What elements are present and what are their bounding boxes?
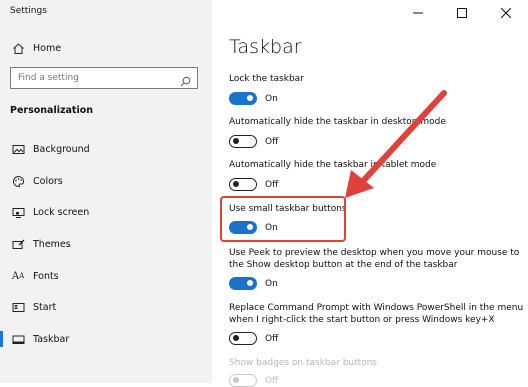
toggle-switch[interactable] [229,135,257,148]
close-icon [500,3,512,22]
sidebar-item-label: Fonts [33,270,59,282]
toggle-powershell[interactable]: Off [229,332,278,345]
toggle-switch[interactable] [229,178,257,191]
toggle-state: Off [265,333,279,344]
toggle-lock-taskbar[interactable]: On [229,92,278,105]
toggle-switch[interactable] [229,332,257,345]
app-title: Settings [10,6,47,16]
sidebar: Settings Home Personalization Background… [0,0,212,383]
toggle-switch[interactable] [229,92,257,105]
maximize-icon [457,3,467,22]
search-input[interactable] [16,72,180,84]
setting-label: Show badges on taskbar buttons [229,358,378,368]
sidebar-item-colors[interactable]: Colors [0,170,212,192]
toggle-state: On [265,93,278,104]
toggle-switch[interactable] [229,277,257,290]
setting-label: Replace Command Prompt with Windows Powe… [229,303,524,325]
home-icon [11,41,25,55]
toggle-state: Off [265,136,279,147]
minimize-icon [413,3,423,22]
sidebar-item-taskbar[interactable]: Taskbar [0,328,212,350]
toggle-state: On [265,278,278,289]
highlight-box [220,196,346,242]
minimize-button[interactable] [396,0,440,24]
sidebar-item-label: Colors [33,175,63,187]
sidebar-item-background[interactable]: Background [0,138,212,160]
section-label: Personalization [10,105,93,116]
setting-label: Automatically hide the taskbar in tablet… [229,160,437,170]
sidebar-item-label: Lock screen [33,206,90,218]
sidebar-item-start[interactable]: Start [0,296,212,318]
toggle-switch [229,374,257,387]
setting-label: Use Peek to preview the desktop when you… [229,248,520,270]
start-icon [11,300,25,314]
setting-label: Lock the taskbar [229,74,304,84]
sidebar-item-home[interactable]: Home [0,37,212,59]
sidebar-item-label: Themes [33,238,71,250]
sidebar-item-label: Background [33,143,90,155]
sidebar-item-fonts[interactable]: AA Fonts [0,265,212,287]
toggle-badges: Off [229,374,278,387]
toggle-state: Off [265,179,279,190]
sidebar-item-label: Home [33,42,62,54]
toggle-state: Off [265,375,279,386]
window-controls [396,0,528,24]
page-title: Taskbar [229,36,302,58]
sidebar-item-lock-screen[interactable]: Lock screen [0,201,212,223]
close-button[interactable] [484,0,528,24]
toggle-autohide-desktop[interactable]: Off [229,135,278,148]
main-content: Taskbar Lock the taskbar On Automaticall… [212,0,528,387]
maximize-button[interactable] [440,0,484,24]
toggle-peek[interactable]: On [229,277,278,290]
monitor-icon [11,205,25,219]
sidebar-item-label: Start [33,301,57,313]
setting-label: Automatically hide the taskbar in deskto… [229,117,446,127]
palette-icon [11,174,25,188]
search-icon[interactable] [180,72,191,91]
sidebar-item-themes[interactable]: Themes [0,233,212,255]
search-box[interactable] [10,67,198,89]
font-icon: AA [11,270,25,282]
image-icon [11,142,25,156]
toggle-autohide-tablet[interactable]: Off [229,178,278,191]
sidebar-item-label: Taskbar [33,333,70,345]
brush-icon [11,237,25,251]
taskbar-icon [11,332,25,346]
